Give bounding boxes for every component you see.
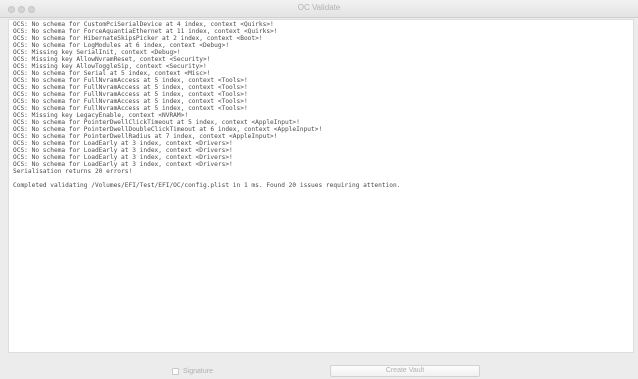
log-line: OCS: No schema for FullNvramAccess at 5 …: [13, 84, 248, 91]
signature-checkbox[interactable]: [172, 367, 179, 375]
log-line: Serialisation returns 20 errors!: [13, 168, 133, 175]
log-line: OCS: No schema for FullNvramAccess at 5 …: [13, 77, 248, 84]
log-line: OCS: No schema for LogModules at 6 index…: [13, 42, 230, 49]
title-bar: OC Validate: [0, 0, 638, 18]
log-line: OCS: Missing key AllowNvramReset, contex…: [13, 56, 211, 63]
log-line: OCS: Missing key LegacyEnable, context <…: [13, 112, 189, 119]
oc-validate-window: OC Validate OCS: No schema for CustomPci…: [0, 0, 638, 379]
log-line: OCS: No schema for LoadEarly at 3 index,…: [13, 140, 233, 147]
log-line: OCS: No schema for FullNvramAccess at 5 …: [13, 98, 248, 105]
log-line: OCS: No schema for LoadEarly at 3 index,…: [13, 161, 233, 168]
log-line: OCS: No schema for LoadEarly at 3 index,…: [13, 147, 233, 154]
log-line: OCS: No schema for CustomPciSerialDevice…: [13, 21, 274, 28]
log-line: OCS: No schema for FullNvramAccess at 5 …: [13, 105, 248, 112]
log-line: OCS: No schema for FullNvramAccess at 5 …: [13, 91, 248, 98]
log-line: OCS: Missing key SerialInit, context <De…: [13, 49, 181, 56]
log-line: OCS: No schema for LoadEarly at 3 index,…: [13, 154, 233, 161]
log-line: OCS: No schema for HibernateSkipsPicker …: [13, 35, 263, 42]
log-line: OCS: No schema for PointerDwellRadius at…: [13, 133, 278, 140]
log-line: Completed validating /Volumes/EFI/Test/E…: [13, 182, 401, 189]
window-title: OC Validate: [297, 3, 341, 12]
log-line: OCS: No schema for Serial at 5 index, co…: [13, 70, 211, 77]
log-line: OCS: No schema for PointerDwellClickTime…: [13, 119, 300, 126]
log-line: OCS: No schema for PointerDwellDoubleCli…: [13, 126, 323, 133]
signature-label: Signature: [183, 367, 213, 375]
bottom-toolbar: Signature Create Vault: [0, 353, 638, 379]
validation-log[interactable]: OCS: No schema for CustomPciSerialDevice…: [8, 19, 634, 353]
signature-option[interactable]: Signature: [172, 366, 213, 376]
log-line: OCS: No schema for ForceAquantiaEthernet…: [13, 28, 278, 35]
create-vault-button[interactable]: Create Vault: [330, 365, 480, 377]
log-line: OCS: Missing key AllowToggleSip, context…: [13, 63, 207, 70]
